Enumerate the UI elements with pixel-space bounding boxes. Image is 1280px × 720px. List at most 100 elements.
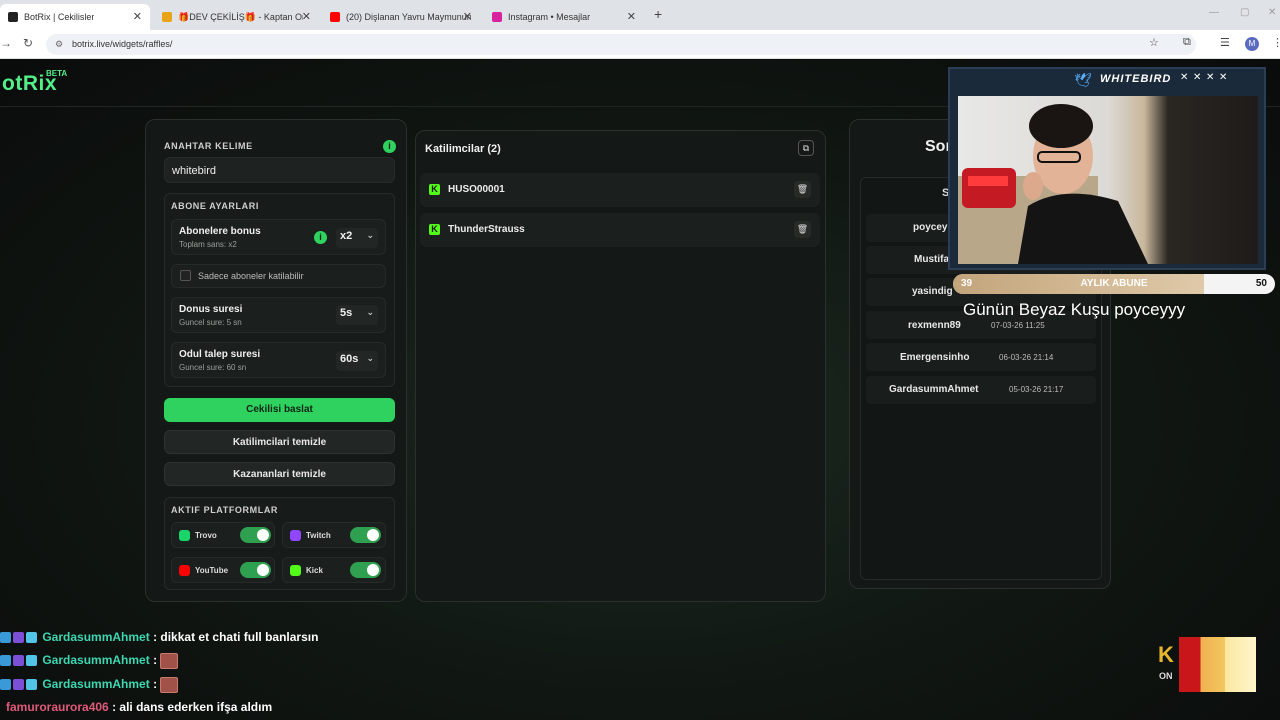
info-icon[interactable]: i (314, 231, 327, 244)
keyword-input[interactable]: whitebird (164, 157, 395, 183)
sponsor-logo-sub: ON (1159, 671, 1173, 681)
stream-caption: Günün Beyaz Kuşu poyceyyy (963, 300, 1186, 319)
tab-botrix[interactable]: BotRix | Cekilisler ✕ (0, 4, 150, 30)
chevron-down-icon: ⌄ (366, 230, 374, 240)
forward-icon[interactable]: → (0, 36, 12, 50)
info-icon[interactable]: i (383, 140, 396, 153)
minimize-icon[interactable]: — (1209, 7, 1219, 18)
sub-goal-target: 50 (1255, 278, 1267, 289)
sub-goal-bar: 39 AYLIK ABUNE 50 (953, 274, 1275, 294)
close-tab-icon[interactable]: ✕ (302, 10, 311, 23)
subs-only-label: Sadece aboneler katilabilir (198, 271, 304, 281)
tab-label: 🎁DEV ÇEKİLİŞ🎁 - Kaptan Or (178, 11, 303, 22)
trash-icon[interactable]: 🗑 (794, 221, 811, 238)
webcam-feed (958, 96, 1258, 264)
menu-kebab-icon[interactable]: ⋮ (1272, 36, 1280, 49)
close-window-icon[interactable]: ✕ (1268, 7, 1276, 18)
reload-icon[interactable]: ↻ (23, 36, 33, 50)
chevron-down-icon: ⌄ (366, 353, 374, 363)
twitch-icon (290, 530, 301, 541)
kick-toggle[interactable] (350, 562, 381, 578)
instagram-favicon-icon (492, 12, 502, 22)
beta-badge: BETA (46, 69, 68, 78)
sub-bonus-select[interactable]: x2 ⌄ (336, 228, 378, 248)
claim-duration-select[interactable]: 60s ⌄ (336, 351, 378, 371)
chat-text: : (153, 653, 158, 667)
chat-message: famuroraurora406 : ali dans ederken ifşa… (0, 697, 272, 717)
chat-username: GardasummAhmet (42, 677, 150, 691)
platform-name: YouTube (195, 566, 229, 575)
kick-icon: K (429, 184, 440, 195)
sub-settings-label: ABONE AYARLARI (171, 201, 259, 211)
sub-bonus-title: Abonelere bonus (179, 226, 261, 237)
tab-label: Instagram • Mesajlar (508, 12, 591, 22)
platform-name: Twitch (306, 531, 331, 540)
tab-instagram[interactable]: Instagram • Mesajlar ✕ (484, 4, 644, 30)
participant-name: HUSO00001 (448, 184, 505, 195)
chat-username: famuroraurora406 (6, 700, 109, 714)
emote-icon (160, 652, 179, 669)
badge-icon (26, 632, 37, 644)
bookmark-star-icon[interactable]: ☆ (1149, 36, 1159, 49)
botrix-favicon-icon (8, 12, 18, 22)
winner-date: 07-03-26 11:25 (991, 321, 1045, 330)
badge-icon (0, 655, 11, 667)
chat-username: GardasummAhmet (42, 653, 150, 667)
start-raffle-button[interactable]: Cekilisi baslat (164, 398, 395, 422)
decorative-x-icon: ✕ (1219, 72, 1228, 83)
badge-icon (26, 679, 37, 691)
spin-duration-select[interactable]: 5s ⌄ (336, 305, 378, 325)
url-text: botrix.live/widgets/raffles/ (72, 39, 173, 49)
platform-name: Trovo (195, 531, 217, 540)
decorative-x-icon: ✕ (1180, 72, 1189, 83)
address-bar-row: → ↻ ⚙ botrix.live/widgets/raffles/ (0, 30, 1280, 59)
subs-only-checkbox[interactable] (180, 270, 191, 281)
claim-duration-subtitle: Guncel sure: 60 sn (179, 363, 247, 372)
profile-avatar[interactable]: M (1245, 37, 1259, 51)
spin-duration-subtitle: Guncel sure: 5 sn (179, 318, 242, 327)
trovo-toggle[interactable] (240, 527, 271, 543)
youtube-icon (179, 565, 190, 576)
maximize-icon[interactable]: ▢ (1240, 7, 1249, 18)
badge-icon (0, 632, 11, 644)
tab-youtube[interactable]: (20) Dişlanan Yavru Maymunun ✕ (322, 4, 480, 30)
chevron-down-icon: ⌄ (366, 307, 374, 317)
youtube-favicon-icon (330, 12, 340, 22)
new-tab-icon[interactable]: + (654, 6, 662, 22)
badge-icon (13, 655, 24, 667)
badge-icon (13, 632, 24, 644)
chat-message: GardasummAhmet : dikkat et chati full ba… (0, 627, 318, 647)
trash-icon[interactable]: 🗑 (794, 181, 811, 198)
winner-name: Emergensinho (900, 352, 970, 363)
reading-list-icon[interactable]: ☰ (1220, 36, 1230, 49)
sub-goal-label: AYLIK ABUNE (1080, 278, 1148, 289)
close-tab-icon[interactable]: ✕ (133, 10, 142, 23)
copy-icon[interactable]: ⧉ (798, 140, 814, 156)
chat-text: : ali dans ederken ifşa aldım (112, 700, 273, 714)
close-tab-icon[interactable]: ✕ (627, 10, 636, 23)
browser-tab-bar: BotRix | Cekilisler ✕ 🎁DEV ÇEKİLİŞ🎁 - Ka… (0, 0, 1280, 30)
clear-participants-button[interactable]: Katilimcilari temizle (164, 430, 395, 454)
youtube-toggle[interactable] (240, 562, 271, 578)
bird-icon: 🕊 (1074, 72, 1092, 88)
badge-icon (26, 655, 37, 667)
url-field[interactable]: ⚙ botrix.live/widgets/raffles/ (46, 34, 1196, 55)
active-platforms-label: AKTIF PLATFORMLAR (171, 505, 279, 515)
list-item: K HUSO00001 🗑 (420, 173, 820, 207)
participants-title: Katilimcilar (2) (425, 143, 501, 155)
tab-dev-cekilis[interactable]: 🎁DEV ÇEKİLİŞ🎁 - Kaptan Or ✕ (154, 4, 319, 30)
chat-message: GardasummAhmet : (0, 650, 179, 670)
site-info-icon[interactable]: ⚙ (55, 39, 63, 50)
list-item: K ThunderStrauss 🗑 (420, 213, 820, 247)
decorative-x-icon: ✕ (1193, 72, 1202, 83)
clear-winners-button[interactable]: Kazananlari temizle (164, 462, 395, 486)
extensions-icon[interactable]: ⧉ (1183, 36, 1191, 49)
twitch-toggle[interactable] (350, 527, 381, 543)
winner-date: 06-03-26 21:14 (999, 353, 1054, 362)
sub-bonus-subtitle: Toplam sans: x2 (179, 240, 237, 249)
winner-name: GardasummAhmet (889, 384, 979, 395)
keyword-label: ANAHTAR KELIME (164, 141, 253, 151)
emote-icon (160, 676, 179, 693)
winner-name: poycey (913, 222, 948, 233)
close-tab-icon[interactable]: ✕ (463, 10, 472, 23)
